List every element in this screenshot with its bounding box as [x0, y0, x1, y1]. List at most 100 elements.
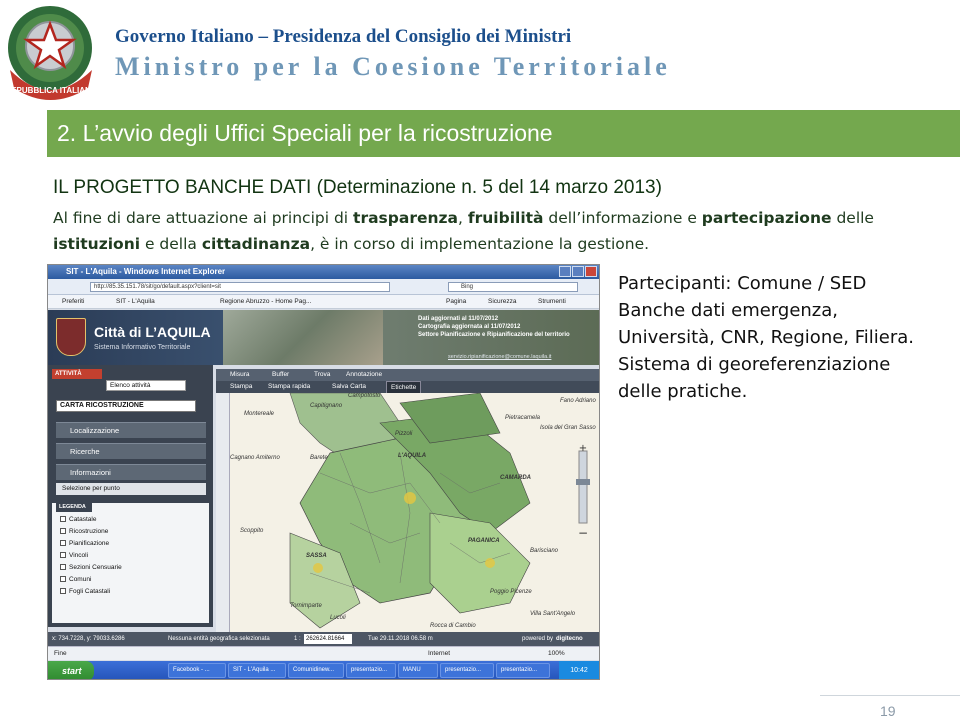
taskbar-task[interactable]: presentazio... [440, 663, 494, 678]
aerial-photo [223, 310, 383, 365]
info-line: Settore Pianificazione e Ripianificazion… [418, 332, 570, 338]
map-toolbar-row1: Misura Buffer Trova Annotazione [216, 369, 599, 381]
address-input[interactable]: http://85.35.151.78/sit/go/default.aspx?… [90, 282, 390, 292]
taskbar-task[interactable]: Facebook - ... [168, 663, 226, 678]
menu-pagina[interactable]: Pagina [446, 295, 466, 309]
tab-regione-abruzzo[interactable]: Regione Abruzzo - Home Pag... [220, 295, 311, 309]
system-clock: 10:42 [559, 661, 599, 679]
para-text: delle [831, 209, 874, 227]
side-line: Partecipanti: Comune / SED [618, 273, 867, 294]
elenco-attivita-select[interactable]: Elenco attività [106, 380, 186, 391]
menu-informazioni[interactable]: Informazioni [56, 464, 206, 480]
side-line: delle pratiche. [618, 381, 748, 402]
menu-ricerche[interactable]: Ricerche [56, 443, 206, 459]
map-label: Lucoli [330, 615, 346, 621]
para-text: , [458, 209, 468, 227]
legend-item-label: Vincoli [69, 552, 89, 559]
legend-item[interactable]: Ricostruzione [60, 527, 108, 537]
government-header: Governo Italiano – Presidenza del Consig… [115, 26, 572, 47]
slide-title: 2. L’avvio degli Uffici Speciali per la … [57, 120, 553, 146]
zoom-slider[interactable]: + − [572, 443, 594, 543]
scale-input[interactable]: 262624.81664 [304, 634, 352, 644]
map-label: Villa Sant'Angelo [530, 611, 576, 617]
map-label: Barete [310, 455, 328, 461]
timestamp: Tue 29.11.2018 06.58 m [368, 636, 433, 642]
taskbar-task[interactable]: SIT - L'Aquila ... [228, 663, 286, 678]
banner-email-link[interactable]: servizio.ripianificazione@comune.laquila… [448, 354, 551, 360]
tool-trova[interactable]: Trova [314, 369, 330, 381]
checkbox-icon[interactable] [60, 540, 66, 546]
ministry-header: Ministro per la Coesione Territoriale [115, 52, 671, 81]
checkbox-icon[interactable] [60, 588, 66, 594]
intro-paragraph: Al fine di dare attuazione ai principi d… [53, 206, 938, 257]
tool-annotazione[interactable]: Annotazione [346, 369, 382, 381]
map-label: PAGANICA [468, 538, 500, 544]
cursor-coords: x: 734.7228, y: 79033.6286 [52, 636, 125, 642]
menu-localizzazione[interactable]: Localizzazione [56, 422, 206, 438]
section-title: IL PROGETTO BANCHE DATI (Determinazione … [53, 177, 662, 198]
taskbar-task[interactable]: MANU [398, 663, 438, 678]
checkbox-icon[interactable] [60, 552, 66, 558]
legend-header: LEGENDA [56, 503, 92, 512]
favorites-button[interactable]: Preferiti [62, 295, 84, 309]
attivita-header: ATTIVITÀ [52, 369, 102, 379]
checkbox-icon[interactable] [60, 516, 66, 522]
window-title-text: SIT - L'Aquila - Windows Internet Explor… [66, 267, 226, 276]
side-line: Banche dati emergenza, [618, 300, 838, 321]
legend-panel: LEGENDA Catastale Ricostruzione Pianific… [52, 503, 209, 623]
security-zone: Internet [428, 650, 451, 657]
svg-text:+: + [579, 443, 587, 454]
map-status-bar: x: 734.7228, y: 79033.6286 Nessuna entit… [48, 632, 599, 646]
legend-item[interactable]: Comuni [60, 575, 91, 585]
tool-buffer[interactable]: Buffer [272, 369, 289, 381]
taskbar-task[interactable]: presentazio... [346, 663, 396, 678]
selezione-per-punto[interactable]: Selezione per punto [56, 483, 206, 495]
maximize-button[interactable] [572, 266, 584, 277]
map-label: Isola del Gran Sasso [540, 425, 596, 431]
municipality-map[interactable]: Campotosto Capitignano Montereale Pizzol… [230, 393, 599, 633]
para-text: e della [140, 234, 202, 253]
map-label: Cagnano Amiterno [230, 455, 280, 461]
legend-item[interactable]: Sezioni Censuarie [60, 563, 122, 573]
close-button[interactable] [585, 266, 597, 277]
legend-item[interactable]: Fogli Catastali [60, 587, 110, 597]
start-button[interactable]: start [48, 661, 94, 679]
map-label: Fano Adriano [560, 398, 596, 404]
banner-info: Dati aggiornati al 11/07/2012 Cartografi… [418, 315, 570, 339]
map-label: L'AQUILA [398, 453, 427, 459]
map-label: Campotosto [348, 393, 381, 399]
taskbar-task[interactable]: Comunidinew... [288, 663, 344, 678]
page-number: 19 [880, 703, 896, 719]
search-input[interactable]: Bing [448, 282, 578, 292]
tab-sit[interactable]: SIT - L'Aquila [116, 295, 155, 309]
map-label: Pizzoli [395, 431, 413, 437]
tool-misura[interactable]: Misura [230, 369, 250, 381]
carta-ricostruzione-select[interactable]: CARTA RICOSTRUZIONE [56, 400, 196, 412]
info-line: Cartografia aggiornata al 11/07/2012 [418, 324, 521, 330]
legend-item[interactable]: Pianificazione [60, 539, 109, 549]
legend-item[interactable]: Vincoli [60, 551, 88, 561]
map-label: CAMARDA [500, 475, 531, 481]
checkbox-icon[interactable] [60, 528, 66, 534]
side-line: Università, CNR, Regione, Filiera. [618, 327, 915, 348]
legend-item-label: Pianificazione [69, 540, 110, 547]
map-label: Scoppito [240, 528, 264, 534]
banner-subtitle: Sistema Informativo Territoriale [94, 344, 191, 351]
taskbar-task[interactable]: presentazio... [496, 663, 550, 678]
tool-stampa-rapida[interactable]: Stampa rapida [268, 381, 310, 393]
map-label: Montereale [244, 411, 275, 417]
tool-stampa[interactable]: Stampa [230, 381, 252, 393]
zoom-level[interactable]: 100% [548, 647, 565, 661]
tool-salva-carta[interactable]: Salva Carta [332, 381, 366, 393]
minimize-button[interactable] [559, 266, 571, 277]
para-bold-istituzioni: istituzioni [53, 234, 141, 253]
legend-item-label: Catastale [69, 516, 97, 523]
menu-sicurezza[interactable]: Sicurezza [488, 295, 517, 309]
checkbox-icon[interactable] [60, 576, 66, 582]
banner-city: Città di L’AQUILA [94, 324, 211, 340]
ie-address-bar: http://85.35.151.78/sit/go/default.aspx?… [48, 279, 599, 295]
para-text: dell’informazione e [543, 209, 702, 227]
checkbox-icon[interactable] [60, 564, 66, 570]
legend-item[interactable]: Catastale [60, 515, 96, 525]
menu-strumenti[interactable]: Strumenti [538, 295, 566, 309]
